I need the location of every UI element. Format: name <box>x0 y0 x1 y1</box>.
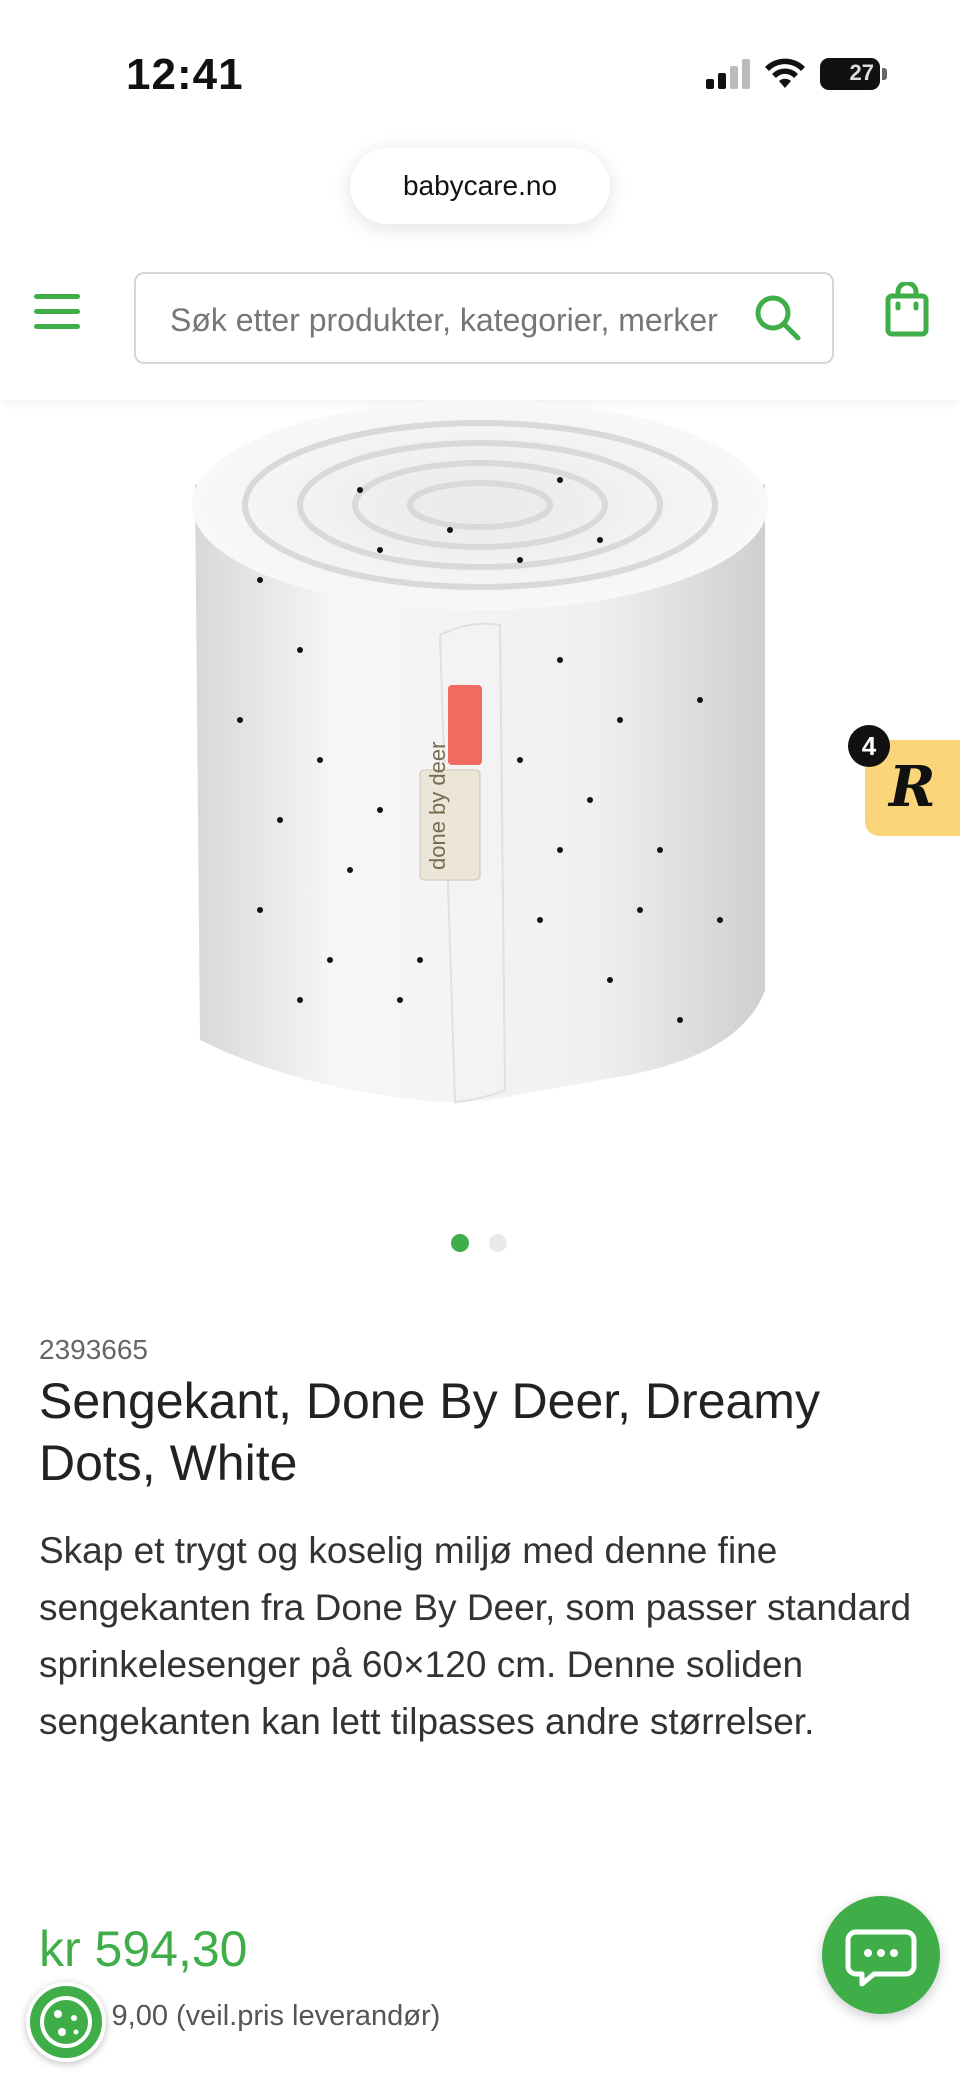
hamburger-menu-icon[interactable] <box>34 294 80 332</box>
product-price: kr 594,30 <box>39 1921 248 1977</box>
product-image[interactable]: done by deer <box>0 400 960 1200</box>
gallery-dot-1[interactable] <box>451 1234 469 1252</box>
search-input[interactable] <box>168 292 742 348</box>
product-title: Sengekant, Done By Deer, Dreamy Dots, Wh… <box>39 1373 820 1491</box>
cookie-settings-button[interactable] <box>26 1982 106 2062</box>
shopping-bag-icon[interactable] <box>884 282 930 338</box>
search-icon[interactable] <box>752 292 802 342</box>
search-bar[interactable] <box>134 272 834 364</box>
url-text: babycare.no <box>402 170 558 201</box>
gallery-pagination <box>451 1234 507 1252</box>
product-sku: 2393665 <box>39 1334 149 1365</box>
cellular-signal-icon <box>706 59 750 89</box>
battery-level: 27 <box>849 60 874 85</box>
browser-url-bar[interactable]: babycare.no <box>350 148 610 224</box>
cookie-icon <box>40 1996 92 2048</box>
chat-button[interactable] <box>822 1896 940 2014</box>
review-badge-letter: R <box>887 754 936 820</box>
brand-label-text: done by deer <box>425 742 450 870</box>
product-description: Skap et trygt og koselig miljø med denne… <box>39 1530 912 1742</box>
wifi-icon <box>765 58 805 88</box>
status-time: 12:41 <box>126 50 244 99</box>
gallery-dot-2[interactable] <box>489 1234 507 1252</box>
status-icons: 27 <box>706 58 887 90</box>
chat-bubble-icon <box>845 1929 917 1987</box>
supplier-price-text: 9,00 (veil.pris leverandør) <box>111 2000 441 2032</box>
review-count-badge: 4 <box>848 725 890 767</box>
status-bar: 12:41 27 <box>0 0 960 140</box>
battery-icon: 27 <box>820 58 887 90</box>
site-header <box>0 250 960 400</box>
